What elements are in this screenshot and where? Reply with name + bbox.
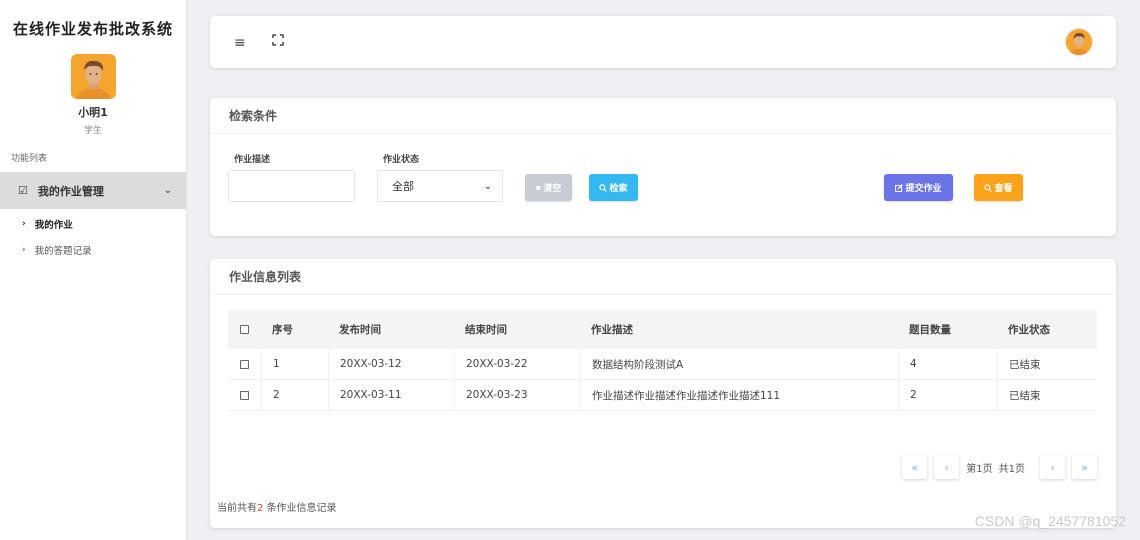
sidebar-item-label: 我的答题记录 <box>34 246 92 257</box>
table-cell: 4 <box>898 349 997 379</box>
chevron-right-icon: › <box>22 219 26 229</box>
status-label: 作业状态 <box>383 155 420 165</box>
menu-group-label: 我的作业管理 <box>37 184 104 198</box>
homework-table: 序号 发布时间 结束时间 作业描述 题目数量 作业状态 1 20XX-03-12… <box>228 310 1097 411</box>
section-label: 功能列表 <box>11 154 48 164</box>
record-count-text: 当前共有2 条作业信息记录 <box>217 499 337 514</box>
total-pages-text: 共1页 <box>998 463 1025 475</box>
status-select-value: 全部 <box>392 180 414 193</box>
table-cell: 20XX-03-22 <box>454 349 580 379</box>
prev-page-button[interactable]: ‹ <box>934 455 960 479</box>
last-page-button[interactable]: » <box>1072 455 1097 479</box>
first-page-button[interactable]: « <box>902 455 928 479</box>
column-header: 序号 <box>272 324 293 336</box>
search-button[interactable]: 检索 <box>589 174 638 201</box>
table-cell: 1 <box>261 349 328 379</box>
fullscreen-icon[interactable] <box>272 34 284 46</box>
sidebar-item-answer-records[interactable]: › 我的答题记录 <box>0 237 186 263</box>
view-button-label: 查看 <box>994 184 1013 194</box>
total-suffix: 条作业信息记录 <box>263 503 337 514</box>
homework-list-panel: 作业信息列表 序号 发布时间 结束时间 作业描述 题目数量 作业状态 1 20X… <box>210 259 1116 528</box>
table-cell: 已结束 <box>997 380 1097 410</box>
table-cell: 已结束 <box>997 349 1097 379</box>
trash-icon: ▪ <box>535 183 542 192</box>
search-icon <box>599 183 608 192</box>
clear-button-label: 清空 <box>543 184 562 194</box>
page-info: 第1页 共1页 <box>966 460 1031 475</box>
table-row[interactable]: 2 20XX-03-11 20XX-03-23 作业描述作业描述作业描述作业描述… <box>228 380 1097 411</box>
menu-icon[interactable]: ≡ <box>234 35 246 51</box>
next-page-button[interactable]: › <box>1040 455 1065 479</box>
user-avatar[interactable] <box>70 54 116 99</box>
total-prefix: 当前共有 <box>217 503 257 514</box>
chevron-down-icon: ⌄ <box>483 180 492 192</box>
select-all-checkbox[interactable] <box>240 325 249 334</box>
column-header: 题目数量 <box>909 324 951 336</box>
table-cell: 2 <box>261 380 328 410</box>
view-button[interactable]: 查看 <box>974 174 1023 201</box>
table-cell: 20XX-03-12 <box>328 349 454 379</box>
search-panel-title: 检索条件 <box>210 98 1116 134</box>
table-cell: 2 <box>898 380 997 410</box>
pagination: « ‹ 第1页 共1页 › » <box>895 455 1097 479</box>
checkbox-icon: ☑ <box>18 184 28 197</box>
user-name: 小明1 <box>78 106 108 119</box>
user-role: 学生 <box>83 126 102 136</box>
list-panel-title: 作业信息列表 <box>210 259 1116 295</box>
top-bar: ≡ <box>210 16 1116 68</box>
row-checkbox[interactable] <box>240 359 249 369</box>
app-title: 在线作业发布批改系统 <box>12 20 173 38</box>
status-select[interactable]: 全部 ⌄ <box>377 170 503 202</box>
clear-button[interactable]: ▪ 清空 <box>525 174 572 201</box>
sidebar: 在线作业发布批改系统 小明1 学生 功能列表 ☑ 我的作业管理 ⌄ › 我的作业… <box>0 0 187 540</box>
menu-group-my-homework[interactable]: ☑ 我的作业管理 ⌄ <box>0 172 186 209</box>
chevron-down-icon: ⌄ <box>163 185 172 196</box>
submit-homework-button[interactable]: 提交作业 <box>884 174 953 201</box>
current-page-text: 第1页 <box>966 463 993 475</box>
table-row[interactable]: 1 20XX-03-12 20XX-03-22 数据结构阶段测试A 4 已结束 <box>228 349 1097 380</box>
sidebar-item-label: 我的作业 <box>34 220 73 231</box>
column-header: 结束时间 <box>465 324 507 336</box>
table-cell: 数据结构阶段测试A <box>580 349 898 379</box>
desc-label: 作业描述 <box>234 155 271 165</box>
header-avatar[interactable] <box>1066 29 1092 55</box>
chevron-right-icon: › <box>22 245 26 255</box>
table-cell: 20XX-03-23 <box>454 380 580 410</box>
watermark: CSDN @q_2457781052 <box>974 513 1126 529</box>
sidebar-item-my-homework[interactable]: › 我的作业 <box>0 211 186 237</box>
column-header: 发布时间 <box>339 324 381 336</box>
search-icon <box>984 183 993 192</box>
edit-icon <box>895 183 904 192</box>
column-header: 作业状态 <box>1008 324 1050 336</box>
table-cell: 作业描述作业描述作业描述作业描述111 <box>580 380 898 410</box>
desc-input[interactable] <box>228 170 355 202</box>
table-cell: 20XX-03-11 <box>328 380 454 410</box>
column-header: 作业描述 <box>591 324 633 336</box>
search-button-label: 检索 <box>609 184 628 194</box>
row-checkbox[interactable] <box>240 390 249 400</box>
search-panel: 检索条件 作业描述 作业状态 全部 ⌄ ▪ 清空 检索 提交作业 查看 <box>210 98 1116 236</box>
table-header: 序号 发布时间 结束时间 作业描述 题目数量 作业状态 <box>228 310 1097 349</box>
submit-button-label: 提交作业 <box>905 184 942 194</box>
